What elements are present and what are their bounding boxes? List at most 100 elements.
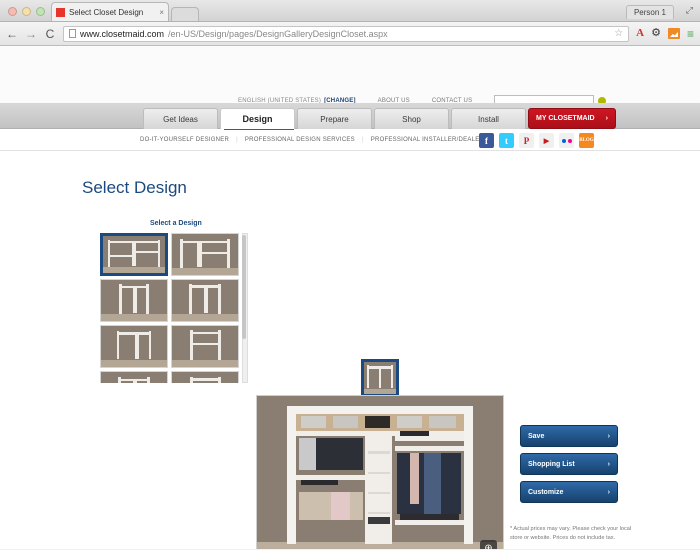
folded-items-right — [399, 431, 430, 437]
closet-side — [145, 284, 149, 314]
fullscreen-icon[interactable]: ⤢ — [686, 5, 693, 16]
youtube-icon[interactable]: ▶ — [539, 133, 554, 148]
hamburger-menu-icon[interactable]: ≡ — [687, 28, 694, 40]
closet-divider — [132, 285, 137, 313]
bookmark-star-icon[interactable]: ☆ — [614, 28, 623, 39]
url-domain: www.closetmaid.com — [80, 28, 165, 39]
closet-shelf — [109, 255, 132, 258]
tower-shelf — [367, 491, 390, 495]
bin — [365, 416, 390, 428]
site-footer: EMERSON PRIVACY POLICY TERMS OF USE SWEE… — [0, 549, 700, 557]
design-thumbnail[interactable] — [171, 325, 239, 368]
design-thumbnail-panel[interactable] — [100, 233, 248, 383]
hanging-shirts — [298, 438, 317, 470]
closet-side — [218, 330, 221, 360]
design-thumbnail[interactable] — [100, 279, 168, 322]
tower-shelf — [367, 451, 390, 454]
tab-install[interactable]: Install — [451, 108, 526, 129]
close-tab-icon[interactable]: × — [159, 8, 164, 17]
hanging-clothes-pink — [330, 491, 351, 521]
closet-floor — [364, 388, 396, 394]
gear-icon[interactable]: ⚙ — [651, 28, 661, 39]
main-navigation: Get Ideas Design Prepare Shop Install MY… — [0, 103, 700, 130]
address-bar[interactable]: www.closetmaid.com/en-US/Design/pages/De… — [63, 25, 630, 42]
subnav-professional-installer-dealer[interactable]: PROFESSIONAL INSTALLER/DEALER — [371, 137, 484, 143]
tab-design[interactable]: Design — [220, 108, 295, 129]
pinterest-icon[interactable]: P — [519, 133, 534, 148]
minimize-window-button[interactable] — [22, 7, 31, 16]
close-window-button[interactable] — [8, 7, 17, 16]
selected-design-minithumb[interactable] — [361, 359, 399, 397]
closet-divider — [378, 366, 382, 388]
page-info-icon[interactable] — [69, 29, 76, 38]
new-tab-button[interactable] — [171, 7, 199, 21]
tab-prepare[interactable]: Prepare — [297, 108, 372, 129]
subnav-diy-designer[interactable]: DO-IT-YOURSELF DESIGNER — [140, 137, 229, 143]
bin — [301, 416, 326, 428]
design-thumbnail[interactable] — [171, 371, 239, 383]
chevron-right-icon: › — [607, 432, 610, 440]
text-size-icon[interactable]: A — [636, 28, 644, 39]
design-thumbnail[interactable] — [100, 325, 168, 368]
back-icon[interactable]: ← — [6, 27, 18, 41]
save-button[interactable]: Save › — [520, 425, 618, 447]
closet-divider — [135, 332, 140, 360]
window-controls[interactable] — [8, 7, 45, 21]
closet-floor — [103, 267, 165, 273]
chevron-right-icon: › — [605, 115, 608, 122]
site-header: CLOSET MAID ® ENGLISH (UNITED STATES) [C… — [0, 46, 700, 148]
tab-get-ideas[interactable]: Get Ideas — [143, 108, 218, 129]
design-thumbnail[interactable] — [171, 279, 239, 322]
price-disclaimer: * Actual prices may vary. Please check y… — [510, 526, 632, 541]
closet-shelf — [191, 343, 220, 346]
blog-icon[interactable]: BLOG — [579, 133, 594, 148]
thumbnail-scrollbar[interactable] — [242, 233, 248, 383]
shoes-center — [367, 516, 390, 524]
browser-titlebar: Select Closet Design × Person 1 ⤢ — [0, 0, 700, 22]
closet-side — [157, 239, 161, 268]
subnav-professional-design-services[interactable]: PROFESSIONAL DESIGN SERVICES — [245, 137, 355, 143]
closet-shelf — [118, 332, 150, 335]
select-a-design-label: Select a Design — [150, 220, 202, 227]
page-title: Select Design — [82, 178, 187, 197]
scrollbar-thumb[interactable] — [242, 235, 246, 339]
customize-button[interactable]: Customize › — [520, 481, 618, 503]
closet-side — [118, 376, 121, 383]
tab-shop[interactable]: Shop — [374, 108, 449, 129]
closet-shelf — [201, 252, 229, 255]
hanging-jeans — [424, 453, 442, 514]
chart-extension-icon[interactable] — [667, 28, 680, 39]
closet-divider — [204, 285, 209, 314]
facebook-icon[interactable]: f — [479, 133, 494, 148]
design-thumbnail[interactable] — [171, 233, 239, 276]
closet-left-frame — [286, 406, 297, 544]
tower-shelf — [367, 511, 390, 515]
shoes-right — [399, 513, 459, 521]
browser-toolbar: ← → C www.closetmaid.com/en-US/Design/pa… — [0, 22, 700, 46]
closet-floor — [101, 360, 167, 367]
design-thumbnail[interactable] — [100, 371, 168, 383]
forward-icon[interactable]: → — [25, 27, 37, 41]
save-label: Save — [528, 432, 545, 440]
closet-side — [116, 330, 120, 360]
favicon-icon — [56, 7, 65, 17]
browser-tab[interactable]: Select Closet Design × — [51, 2, 169, 21]
twitter-icon[interactable]: t — [499, 133, 514, 148]
maximize-window-button[interactable] — [36, 7, 45, 16]
url-path: /en-US/Design/pages/DesignGalleryDesignC… — [168, 28, 388, 39]
design-thumbnail[interactable] — [100, 233, 168, 276]
shopping-list-button[interactable]: Shopping List › — [520, 453, 618, 475]
hanging-blouse — [409, 453, 420, 504]
closet-side — [391, 365, 393, 389]
reload-icon[interactable]: C — [44, 27, 56, 41]
browser-window: Select Closet Design × Person 1 ⤢ ← → C … — [0, 0, 700, 557]
shopping-list-label: Shopping List — [528, 460, 575, 468]
closet-divider — [133, 378, 138, 383]
closet-preview-image[interactable]: ⊕ — [256, 395, 504, 557]
right-upper-shelf — [394, 436, 464, 442]
profile-button[interactable]: Person 1 — [625, 5, 674, 19]
closet-side — [107, 239, 111, 268]
my-closetmaid-button[interactable]: MY CLOSETMAID › — [528, 108, 616, 129]
closet-side — [218, 283, 221, 315]
flickr-icon[interactable] — [559, 133, 574, 148]
